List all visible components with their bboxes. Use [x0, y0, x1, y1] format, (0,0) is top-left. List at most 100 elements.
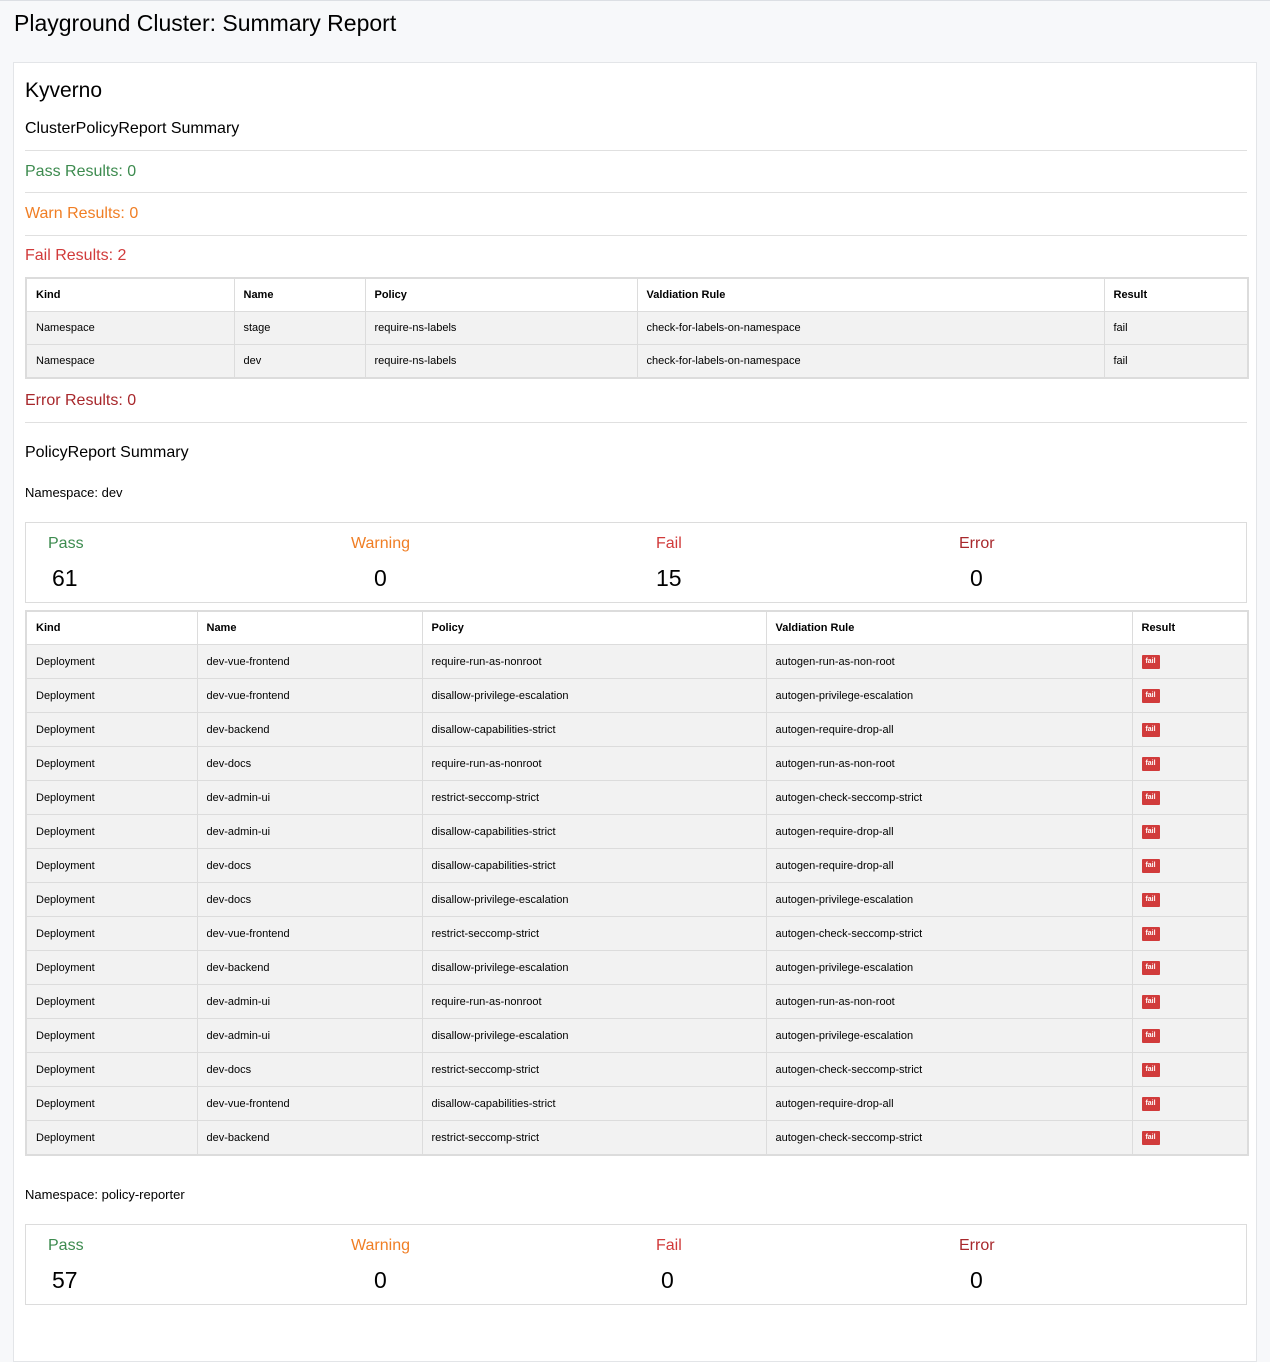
cell-result: fail [1131, 678, 1249, 713]
table-row: Deployment dev-admin-ui disallow-privilege… [25, 1018, 1249, 1053]
cell-policy: disallow-capabilities-strict [421, 1086, 767, 1121]
divider [25, 422, 1247, 423]
column-header-kind: Kind [25, 277, 235, 312]
dev-results-table: Kind Name Policy Valdiation Rule Result … [25, 610, 1249, 1156]
table-row: Deployment dev-vue-frontend require-run-as… [25, 644, 1249, 679]
stats-box-dev: Pass 61 Warning 0 Fail 15 Error 0 [25, 522, 1247, 603]
cell-rule: autogen-check-seccomp-strict [765, 780, 1133, 815]
cell-kind: Deployment [25, 644, 198, 679]
table-row: Namespace dev require-ns-labels check-fo… [25, 344, 1249, 379]
cell-rule: autogen-require-drop-all [765, 848, 1133, 883]
cell-policy: disallow-privilege-escalation [421, 882, 767, 917]
stat-error-value: 0 [970, 565, 983, 591]
cell-kind: Deployment [25, 780, 198, 815]
cell-name: dev-admin-ui [196, 984, 423, 1019]
cell-policy: disallow-privilege-escalation [421, 950, 767, 985]
column-header-kind: Kind [25, 610, 198, 645]
policy-summary-heading: PolicyReport Summary [25, 444, 189, 461]
cell-result: fail [1131, 1052, 1249, 1087]
cell-result: fail [1131, 848, 1249, 883]
cell-kind: Deployment [25, 916, 198, 951]
cell-kind: Deployment [25, 1052, 198, 1087]
cell-rule: autogen-run-as-non-root [765, 746, 1133, 781]
column-header-policy: Policy [421, 610, 767, 645]
table-row: Deployment dev-admin-ui disallow-capabilit… [25, 814, 1249, 849]
fail-badge: fail [1141, 893, 1160, 907]
table-header-row: Kind Name Policy Valdiation Rule Result [25, 610, 1249, 645]
cell-result: fail [1131, 950, 1249, 985]
divider [25, 150, 1247, 151]
cell-result: fail [1131, 644, 1249, 679]
cell-result: fail [1103, 311, 1249, 345]
cell-policy: require-run-as-nonroot [421, 746, 767, 781]
stat-error-label: Error [959, 1237, 995, 1254]
column-header-result: Result [1103, 277, 1249, 312]
stat-error-label: Error [959, 535, 995, 552]
column-header-rule: Valdiation Rule [765, 610, 1133, 645]
cell-name: dev-vue-frontend [196, 916, 423, 951]
cell-kind: Deployment [25, 950, 198, 985]
column-header-name: Name [196, 610, 423, 645]
cell-result: fail [1131, 712, 1249, 747]
cell-name: dev-docs [196, 848, 423, 883]
cell-name: dev-admin-ui [196, 780, 423, 815]
table-row: Deployment dev-docs require-run-as-nonroot… [25, 746, 1249, 781]
cluster-fail-table: Kind Name Policy Valdiation Rule Result … [25, 277, 1249, 379]
table-row: Namespace stage require-ns-labels check-… [25, 311, 1249, 345]
cell-result: fail [1131, 916, 1249, 951]
fail-badge: fail [1141, 655, 1160, 669]
cell-result: fail [1131, 780, 1249, 815]
cell-kind: Deployment [25, 984, 198, 1019]
cluster-summary-heading: ClusterPolicyReport Summary [25, 120, 240, 137]
table-row: Deployment dev-vue-frontend disallow-capab… [25, 1086, 1249, 1121]
report-panel: Kyverno ClusterPolicyReport Summary Pass… [13, 62, 1257, 1362]
table-row: Deployment dev-docs restrict-seccomp-stric… [25, 1052, 1249, 1087]
engine-title: Kyverno [25, 79, 103, 102]
table-row: Deployment dev-vue-frontend restrict-secco… [25, 916, 1249, 951]
fail-badge: fail [1141, 791, 1160, 805]
stat-fail-label: Fail [656, 535, 682, 552]
cell-result: fail [1131, 882, 1249, 917]
table-row: Deployment dev-docs disallow-capabilities-… [25, 848, 1249, 883]
cell-kind: Deployment [25, 1018, 198, 1053]
fail-badge: fail [1141, 723, 1160, 737]
cell-rule: check-for-labels-on-namespace [636, 311, 1105, 345]
cell-kind: Deployment [25, 746, 198, 781]
fail-badge: fail [1141, 1131, 1160, 1145]
cell-kind: Deployment [25, 1120, 198, 1156]
cell-rule: autogen-check-seccomp-strict [765, 916, 1133, 951]
cell-name: dev-backend [196, 1120, 423, 1156]
fail-badge: fail [1141, 1029, 1160, 1043]
cell-kind: Deployment [25, 882, 198, 917]
table-row: Deployment dev-admin-ui restrict-seccomp-s… [25, 780, 1249, 815]
stat-error-value: 0 [970, 1267, 983, 1293]
cell-rule: autogen-require-drop-all [765, 1086, 1133, 1121]
cell-name: dev-docs [196, 882, 423, 917]
cell-rule: autogen-run-as-non-root [765, 984, 1133, 1019]
stats-box-policy-reporter: Pass 57 Warning 0 Fail 0 Error 0 [25, 1224, 1247, 1305]
cell-policy: require-ns-labels [364, 311, 638, 345]
table-row: Deployment dev-docs disallow-privilege-esc… [25, 882, 1249, 917]
stat-warning-value: 0 [374, 565, 387, 591]
cell-result: fail [1131, 1018, 1249, 1053]
stat-fail-label: Fail [656, 1237, 682, 1254]
fail-badge: fail [1141, 859, 1160, 873]
cell-policy: restrict-seccomp-strict [421, 1052, 767, 1087]
cell-kind: Deployment [25, 678, 198, 713]
cell-rule: autogen-privilege-escalation [765, 1018, 1133, 1053]
cell-rule: autogen-privilege-escalation [765, 678, 1133, 713]
warn-results: Warn Results: 0 [25, 205, 139, 222]
cell-kind: Deployment [25, 848, 198, 883]
fail-badge: fail [1141, 825, 1160, 839]
cell-kind: Namespace [25, 311, 235, 345]
cell-name: dev-vue-frontend [196, 678, 423, 713]
cell-rule: autogen-privilege-escalation [765, 882, 1133, 917]
cell-policy: restrict-seccomp-strict [421, 780, 767, 815]
cell-name: dev-admin-ui [196, 1018, 423, 1053]
stat-fail-value: 0 [661, 1267, 674, 1293]
table-row: Deployment dev-backend disallow-privilege-… [25, 950, 1249, 985]
fail-badge: fail [1141, 757, 1160, 771]
cell-result: fail [1131, 1120, 1249, 1156]
fail-results: Fail Results: 2 [25, 247, 127, 264]
cell-rule: autogen-check-seccomp-strict [765, 1120, 1133, 1156]
